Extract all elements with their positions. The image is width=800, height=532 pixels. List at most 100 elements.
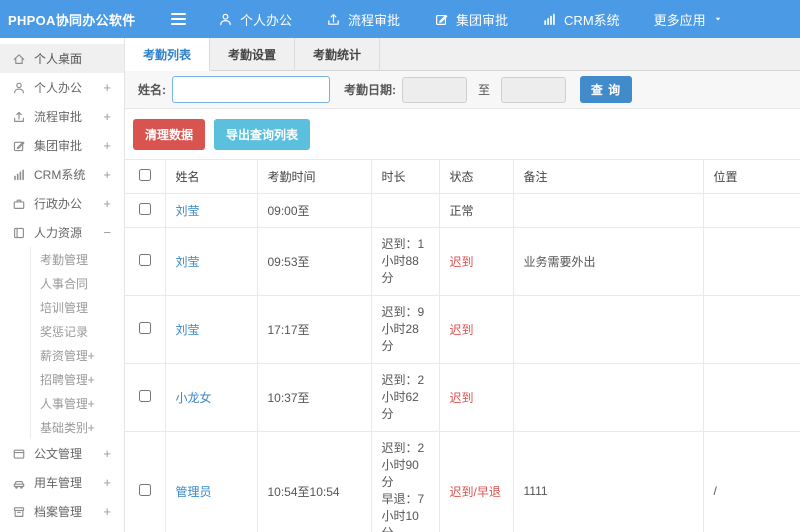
topnav-item-crm-system[interactable]: CRM系统	[542, 10, 620, 29]
topnav-item-workflow-approval[interactable]: 流程审批	[326, 10, 400, 29]
row-checkbox[interactable]	[138, 322, 151, 334]
sidebar-subitem-personnel-management[interactable]: 人事管理 +	[31, 391, 124, 415]
employee-name-link[interactable]: 刘莹	[176, 323, 200, 337]
sidebar-item-workflow-approval[interactable]: 流程审批 +	[0, 102, 124, 131]
sidebar-item-label: 档案管理	[34, 505, 83, 519]
table-header-row: 姓名 考勤时间 时长 状态 备注 位置	[125, 159, 800, 194]
sidebar-subitem-label: 培训管理	[40, 300, 89, 315]
table-row: 刘莹 09:53至 迟到：1小时88分 迟到 业务需要外出	[125, 227, 800, 296]
duration-line: 迟到：9小时28分	[381, 305, 425, 353]
top-navigation: 个人办公 流程审批 集团审批 CRM系统 更多应用	[218, 10, 723, 29]
table-row: 小龙女 10:37至 迟到：2小时62分 迟到	[125, 363, 800, 432]
topnav-item-group-approval[interactable]: 集团审批	[434, 10, 508, 29]
topnav-item-label: 集团审批	[456, 12, 509, 28]
clean-data-button[interactable]: 清理数据	[133, 119, 206, 150]
tab-attendance-settings[interactable]: 考勤设置	[210, 38, 296, 71]
menu-toggle-icon[interactable]	[171, 13, 186, 25]
employee-name-link[interactable]: 刘莹	[176, 255, 200, 269]
date-end-input[interactable]	[501, 76, 567, 103]
sidebar-subitem-salary-management[interactable]: 薪资管理 +	[31, 343, 124, 367]
topnav-item-more-apps[interactable]: 更多应用	[654, 10, 723, 29]
row-checkbox[interactable]	[138, 390, 151, 402]
tab-attendance-list[interactable]: 考勤列表	[125, 38, 211, 71]
row-checkbox-cell	[125, 193, 166, 228]
sidebar-item-group-approval[interactable]: 集团审批 +	[0, 131, 124, 160]
topnav-item-personal-office[interactable]: 个人办公	[218, 10, 292, 29]
table-row: 刘莹 09:00至 正常	[125, 193, 800, 228]
sidebar-item-project-management[interactable]: 项目管理+	[0, 526, 124, 532]
attendance-time-cell: 17:17至	[257, 295, 372, 364]
location-cell	[703, 193, 800, 228]
plus-icon: +	[103, 109, 111, 124]
tab-attendance-statistics[interactable]: 考勤统计	[295, 38, 381, 71]
column-header: 姓名	[165, 159, 258, 194]
employee-name-link[interactable]: 刘莹	[176, 204, 200, 218]
name-input[interactable]	[172, 76, 330, 103]
date-start-input[interactable]	[402, 76, 467, 103]
status-cell: 正常	[439, 193, 514, 228]
export-list-button[interactable]: 导出查询列表	[214, 119, 311, 150]
filter-bar: 姓名: 考勤日期: 至 查 询	[125, 71, 800, 109]
sidebar-item-document-management[interactable]: 公文管理 +	[0, 439, 124, 468]
date-filter-label: 考勤日期:	[344, 83, 396, 97]
sidebar-item-label: 集团审批	[34, 139, 83, 153]
tab-bar: 考勤列表 考勤设置 考勤统计	[125, 38, 800, 71]
minus-icon: −	[103, 225, 111, 240]
header-checkbox-cell	[125, 159, 166, 194]
sidebar-subitem-personnel-contract[interactable]: 人事合同	[31, 271, 124, 295]
remark-cell	[513, 363, 704, 432]
flow-icon	[328, 13, 339, 25]
duration-line: 迟到：2小时90分	[381, 441, 425, 489]
sidebar-item-label: 行政办公	[34, 197, 83, 211]
sidebar-subitem-label: 考勤管理	[40, 252, 89, 267]
archive-icon	[13, 506, 25, 517]
sidebar-item-human-resources[interactable]: 人力资源 −	[0, 218, 124, 247]
attendance-time-cell: 09:00至	[257, 193, 372, 228]
plus-icon: +	[103, 196, 111, 211]
sidebar-item-label: 用车管理	[34, 476, 83, 490]
sidebar-item-personal-office[interactable]: 个人办公 +	[0, 73, 124, 102]
row-checkbox-cell	[125, 363, 166, 432]
tab-bar-filler	[380, 38, 800, 71]
row-checkbox[interactable]	[138, 254, 151, 266]
search-button[interactable]: 查 询	[580, 76, 633, 103]
select-all-checkbox[interactable]	[138, 169, 151, 181]
sidebar-item-vehicle-management[interactable]: 用车管理 +	[0, 468, 124, 497]
employee-name-link[interactable]: 管理员	[176, 485, 212, 499]
sidebar-item-admin-office[interactable]: 行政办公 +	[0, 189, 124, 218]
sidebar-item-label: 个人桌面	[34, 52, 83, 66]
edit-icon	[436, 14, 448, 25]
row-checkbox[interactable]	[138, 483, 151, 496]
app-logo: PHPOA协同办公软件	[8, 12, 136, 28]
sidebar-submenu-human-resources: 考勤管理人事合同培训管理奖惩记录薪资管理+招聘管理+人事管理+基础类别设置+	[30, 247, 124, 439]
sidebar-subitem-label: 基础类别设置	[40, 420, 88, 435]
sidebar-item-crm-system[interactable]: CRM系统 +	[0, 160, 124, 189]
sidebar-item-personal-desktop[interactable]: 个人桌面	[0, 44, 124, 73]
duration-cell: 迟到：9小时28分	[371, 295, 440, 364]
topnav-item-label: CRM系统	[564, 12, 620, 28]
sidebar-subitem-training-management[interactable]: 培训管理	[31, 295, 124, 319]
column-header: 考勤时间	[257, 159, 372, 194]
plus-icon: +	[87, 419, 95, 435]
attendance-table-wrap: 姓名 考勤时间 时长 状态 备注 位置 刘莹 09:00至 正常 刘莹 09:53至 迟到：1小时8…	[125, 159, 800, 532]
row-checkbox[interactable]	[138, 203, 151, 215]
row-checkbox-cell	[125, 295, 166, 364]
sidebar-subitem-recruitment-management[interactable]: 招聘管理 +	[31, 367, 124, 391]
column-header: 状态	[439, 159, 514, 194]
sidebar-subitem-reward-punishment-records[interactable]: 奖惩记录	[31, 319, 124, 343]
home-icon	[13, 53, 25, 64]
briefcase-icon	[13, 199, 25, 209]
chart-icon	[14, 168, 24, 180]
doc-icon	[13, 449, 25, 459]
duration-line: 迟到：2小时62分	[381, 373, 425, 421]
location-cell: /	[703, 431, 800, 532]
name-cell: 刘莹	[165, 295, 258, 364]
sidebar-item-label: 公文管理	[34, 447, 83, 461]
sidebar-subitem-attendance-management[interactable]: 考勤管理	[31, 247, 124, 271]
employee-name-link[interactable]: 小龙女	[176, 391, 212, 405]
sidebar-subitem-basic-category-settings[interactable]: 基础类别设置+	[31, 415, 124, 439]
topnav-item-label: 更多应用	[653, 12, 706, 28]
sidebar-item-archive-management[interactable]: 档案管理 +	[0, 497, 124, 526]
sidebar-item-label: 人力资源	[34, 226, 83, 240]
location-cell	[703, 295, 800, 364]
